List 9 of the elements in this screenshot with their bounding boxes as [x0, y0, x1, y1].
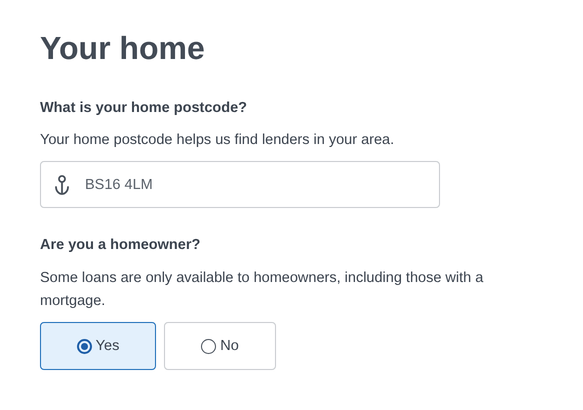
- radio-option[interactable]: Yes: [40, 322, 156, 370]
- question-label: Are you a homeowner?: [40, 236, 202, 255]
- help-text: Your home postcode helps us find lenders in your area.: [40, 131, 396, 150]
- help-text: Some loans are only available to homeowners, including those with a mortgage.: [40, 269, 484, 311]
- page-title: Your home: [40, 29, 206, 68]
- question-label: What is your home postcode?: [40, 99, 248, 118]
- anchor-pin-icon: [52, 174, 72, 196]
- postcode-field[interactable]: BS16 4LM: [40, 161, 440, 208]
- radio-option[interactable]: No: [164, 322, 276, 370]
